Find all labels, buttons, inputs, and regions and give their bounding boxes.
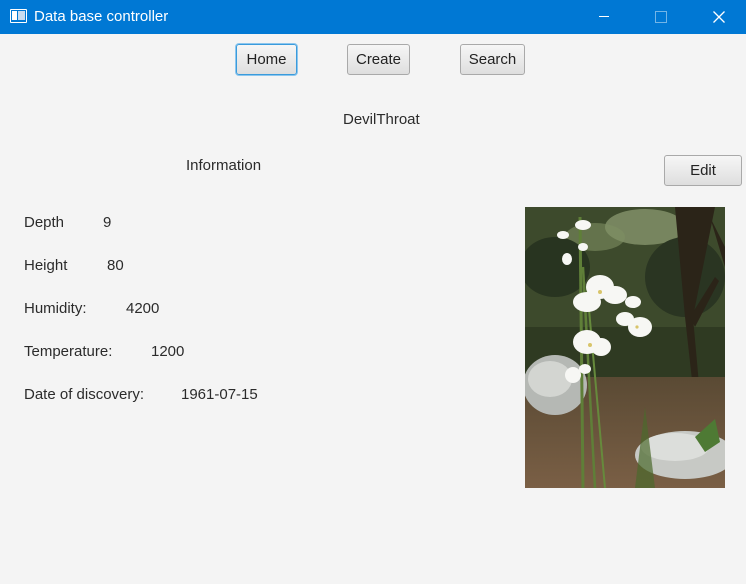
app-icon bbox=[10, 9, 27, 23]
create-button[interactable]: Create bbox=[347, 44, 410, 75]
discovery-date-value: 1961-07-15 bbox=[181, 386, 258, 403]
depth-value: 9 bbox=[103, 214, 112, 231]
section-title: Information bbox=[186, 157, 262, 174]
home-button[interactable]: Home bbox=[236, 44, 297, 75]
title-bar[interactable]: Data base controller bbox=[0, 0, 746, 34]
record-photo bbox=[525, 207, 725, 488]
height-value: 80 bbox=[107, 257, 124, 274]
minimize-button[interactable] bbox=[580, 0, 626, 34]
depth-label: Depth bbox=[24, 214, 65, 231]
close-button[interactable] bbox=[696, 0, 742, 34]
temperature-value: 1200 bbox=[151, 343, 185, 360]
window-title: Data base controller bbox=[34, 8, 169, 25]
temperature-label: Temperature: bbox=[24, 343, 113, 360]
discovery-date-label: Date of discovery: bbox=[24, 386, 145, 403]
close-icon bbox=[713, 11, 725, 23]
humidity-value: 4200 bbox=[126, 300, 160, 317]
humidity-label: Humidity: bbox=[24, 300, 87, 317]
white-lily-photo bbox=[525, 207, 725, 488]
search-button[interactable]: Search bbox=[460, 44, 525, 75]
height-label: Height bbox=[24, 257, 68, 274]
record-name: DevilThroat bbox=[343, 111, 420, 128]
maximize-button[interactable] bbox=[637, 0, 683, 34]
edit-button[interactable]: Edit bbox=[664, 155, 742, 186]
